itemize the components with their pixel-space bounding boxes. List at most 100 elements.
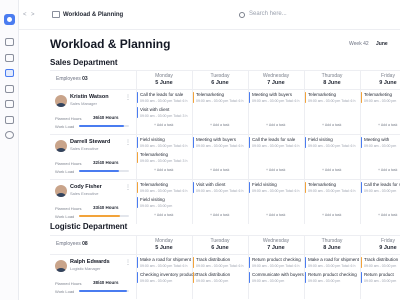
task-card[interactable]: Communicate with buyers 09:00 am - 03:00 … [249, 272, 306, 285]
avatar [55, 185, 67, 197]
task-title: Field visiting [308, 137, 333, 142]
add-task-button[interactable]: + Add a task [210, 168, 229, 172]
add-task-button[interactable]: + Add a task [210, 213, 229, 217]
task-color-marker [361, 182, 362, 193]
add-task-button[interactable]: + Add a task [154, 168, 173, 172]
day-date: 6 June [211, 245, 229, 251]
task-card[interactable]: Meeting with buyers 09:00 am - 03:00 pm T… [193, 137, 250, 150]
chevron-right-icon[interactable]: > [31, 12, 35, 18]
employee-card[interactable]: Ralph Edwards Logistic Manager ⋮ Planned Ho… [55, 258, 133, 300]
day-date: 8 June [323, 245, 341, 251]
task-color-marker [193, 182, 194, 193]
task-color-marker [193, 137, 194, 148]
add-task-button[interactable]: + Add a task [378, 213, 397, 217]
add-task-button[interactable]: + Add a task [322, 168, 341, 172]
task-card[interactable]: Track distribution 09:00 am - 03:00 pm [361, 257, 400, 270]
task-card[interactable]: Field visiting 09:00 am - 03:00 pm Total:… [137, 137, 194, 150]
task-card[interactable]: Field visiting 09:00 am - 03:00 pm Total:… [305, 137, 362, 150]
task-card[interactable]: Telemarketing 09:00 am - 03:00 pm Total: … [305, 182, 362, 195]
work-load-label: Work Load [55, 124, 75, 129]
document-icon[interactable] [5, 116, 14, 124]
row-divider [50, 89, 400, 90]
task-card[interactable]: Meeting with buyers 09:00 am - 03:00 pm T… [249, 92, 306, 105]
users-icon[interactable] [5, 85, 14, 93]
employee-card[interactable]: Darrell Steward Sales Executive ⋮ Planned H… [55, 138, 133, 180]
search-input[interactable]: Search here... [239, 11, 400, 21]
task-card[interactable]: Call the leads for sale 09:00 am - 03:00 … [361, 182, 400, 195]
sidebar [0, 0, 19, 300]
task-card[interactable]: Make a road for shipment 09:00 am - 03:00… [137, 257, 194, 270]
task-card[interactable]: Track distribution 09:00 am - 03:00 pm [193, 272, 250, 285]
day-name: Monday [155, 73, 173, 79]
calendar-icon[interactable] [5, 69, 14, 77]
work-load-fill [79, 125, 124, 127]
work-load-label: Work Load [55, 289, 75, 294]
add-task-button[interactable]: + Add a task [322, 123, 341, 127]
add-task-button[interactable]: + Add a task [322, 213, 341, 217]
folder-icon[interactable] [5, 100, 14, 108]
employee-role: Sales Executive [70, 191, 99, 196]
task-card[interactable]: Track distribution 09:00 am - 03:00 pm To… [193, 257, 250, 270]
more-vertical-icon[interactable]: ⋮ [125, 139, 131, 146]
task-title: Telemarketing [308, 182, 337, 187]
task-title: Visit with client [196, 182, 226, 187]
more-vertical-icon[interactable]: ⋮ [125, 184, 131, 191]
task-color-marker [361, 137, 362, 148]
add-task-button[interactable]: + Add a task [210, 123, 229, 127]
task-card[interactable]: Return product 09:00 am - 03:00 pm [361, 272, 400, 285]
task-color-marker [137, 257, 138, 268]
task-card[interactable]: Telemarketing 09:00 am - 03:00 pm Total: … [305, 92, 362, 105]
task-card[interactable]: Field visiting 09:00 am - 03:00 pm Total:… [249, 182, 306, 195]
day-name: Monday [155, 238, 173, 244]
employee-name: Ralph Edwards [70, 259, 110, 265]
search-placeholder: Search here... [249, 11, 287, 17]
task-card[interactable]: Telemarketing 09:00 am - 03:00 pm Total: … [137, 182, 194, 195]
task-card[interactable]: Make a road for shipment 09:00 am - 03:00… [305, 257, 362, 270]
task-card[interactable]: Checking inventory products 09:00 am - 03… [137, 272, 197, 285]
task-card[interactable]: Telemarketing 09:00 am - 03:00 pm Total: … [137, 152, 194, 165]
avatar [55, 260, 67, 272]
task-card[interactable]: Visit with client 09:00 am - 03:00 pm Tot… [193, 182, 250, 195]
add-task-button[interactable]: + Add a task [154, 123, 173, 127]
task-card[interactable]: Call the leads for sale 09:00 am - 03:00 … [249, 137, 306, 150]
add-task-button[interactable]: + Add a task [378, 168, 397, 172]
task-card[interactable]: Return product checking 09:00 am - 03:00 … [249, 257, 306, 270]
task-title: Return product checking [252, 257, 301, 262]
dashboard-icon[interactable] [5, 38, 14, 46]
task-card[interactable]: Meeting with 09:00 am - 03:00 pm [361, 137, 400, 150]
employee-card[interactable]: Kristin Watson Sales Manager ⋮ Planned Hour… [55, 93, 133, 135]
add-task-button[interactable]: + Add a task [154, 213, 173, 217]
clock-icon[interactable] [5, 131, 14, 139]
task-card[interactable]: Telemarketing 09:00 am - 03:00 pm Total: … [193, 92, 250, 105]
task-card[interactable]: Telemarketing 09:00 am - 03:00 pm [361, 92, 400, 105]
chevron-left-icon[interactable]: < [23, 12, 27, 18]
employee-card[interactable]: Cody Fisher Sales Executive ⋮ Planned Hours… [55, 183, 133, 225]
employees-count: Employees 08 [56, 241, 88, 247]
task-card[interactable]: Field visiting 09:00 am - 03:00 pm [137, 197, 194, 210]
search-icon [239, 12, 245, 18]
app-logo-icon[interactable] [4, 14, 15, 25]
task-card[interactable]: Return product checking 09:00 am - 03:00 … [305, 272, 362, 285]
task-time: 09:00 am - 03:00 pm [140, 279, 173, 283]
task-card[interactable]: Call the leads for sale 09:00 am - 03:00 … [137, 92, 194, 105]
week-selector[interactable]: Week 42 [349, 41, 369, 47]
more-vertical-icon[interactable]: ⋮ [125, 94, 131, 101]
day-date: 6 June [211, 80, 229, 86]
task-color-marker [305, 272, 306, 283]
task-color-marker [137, 197, 138, 208]
more-vertical-icon[interactable]: ⋮ [125, 259, 131, 266]
planned-hours-value: 33/40 Hours [93, 205, 119, 210]
add-task-button[interactable]: + Add a task [378, 123, 397, 127]
task-title: Call the leads for sale [140, 92, 184, 97]
add-task-button[interactable]: + Add a task [266, 213, 285, 217]
add-task-button[interactable]: + Add a task [266, 168, 285, 172]
task-card[interactable]: Visit with client 09:00 am - 03:00 pm Tot… [137, 107, 194, 120]
add-task-button[interactable]: + Add a task [266, 123, 285, 127]
day-date: 5 June [155, 80, 173, 86]
task-color-marker [193, 272, 194, 283]
row-divider [50, 254, 400, 255]
list-icon[interactable] [5, 54, 14, 62]
avatar [55, 95, 67, 107]
task-time: 09:00 am - 03:00 pm [196, 279, 229, 283]
task-title: Telemarketing [196, 92, 225, 97]
